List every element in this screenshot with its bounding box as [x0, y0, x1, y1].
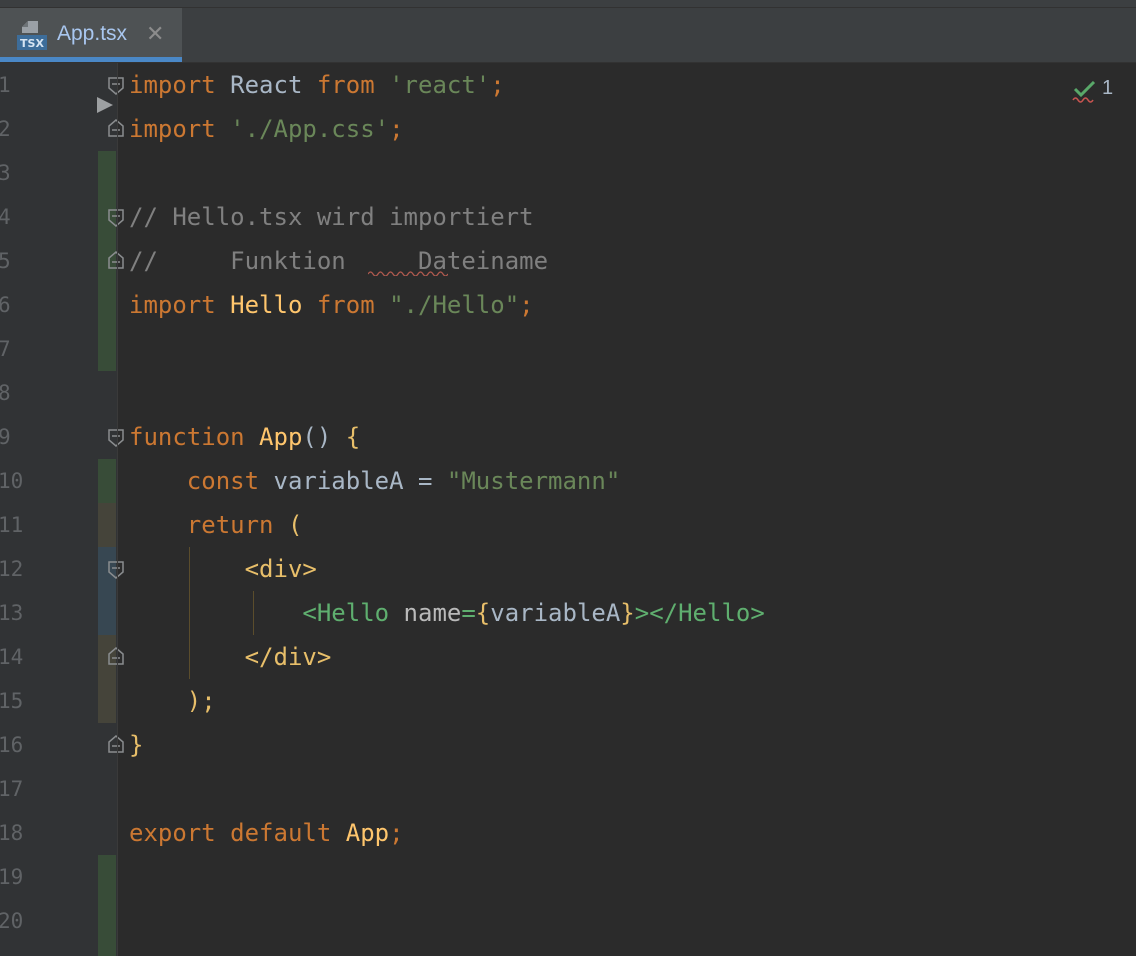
check-squiggle-icon — [1072, 81, 1096, 103]
line-number: 5 — [0, 249, 11, 273]
code-line-1[interactable]: import React from 'react'; — [129, 63, 505, 107]
code-line-13[interactable]: <Hello name={variableA}></Hello> — [129, 591, 764, 635]
line-number: 6 — [0, 293, 11, 317]
tsx-file-icon: TSX — [17, 21, 47, 50]
line-number: 13 — [0, 601, 24, 625]
code-line-14[interactable]: </div> — [129, 635, 332, 679]
fold-close-icon[interactable] — [107, 251, 125, 269]
fold-close-icon[interactable] — [107, 735, 125, 753]
vcs-added-marker[interactable] — [98, 855, 116, 956]
line-number: 4 — [0, 205, 11, 229]
line-number: 19 — [0, 865, 24, 889]
active-tab-indicator — [0, 57, 182, 62]
gutter-separator — [117, 63, 118, 956]
line-number: 16 — [0, 733, 24, 757]
code-line-2[interactable]: import './App.css'; — [129, 107, 404, 151]
code-line-4[interactable]: // Hello.tsx wird importiert — [129, 195, 534, 239]
code-line-6[interactable]: import Hello from "./Hello"; — [129, 283, 534, 327]
run-gutter-icon[interactable] — [97, 97, 113, 113]
line-number: 9 — [0, 425, 11, 449]
code-line-11[interactable]: return ( — [129, 503, 303, 547]
tab-label: App.tsx — [57, 22, 128, 45]
code-line-16[interactable]: } — [129, 723, 143, 767]
line-number: 18 — [0, 821, 24, 845]
code-line-15[interactable]: ); — [129, 679, 216, 723]
tab-app-tsx[interactable]: TSX App.tsx ✕ — [0, 8, 182, 62]
inspections-count: 1 — [1102, 77, 1114, 99]
fold-open-icon[interactable] — [107, 429, 125, 447]
code-line-18[interactable]: export default App; — [129, 811, 404, 855]
code-editor[interactable]: 1 2 3 4 5 6 7 8 9 10 11 12 13 14 15 16 1… — [0, 63, 1136, 956]
vcs-modified-marker[interactable] — [98, 503, 116, 547]
close-icon[interactable]: ✕ — [146, 21, 164, 47]
fold-close-icon[interactable] — [107, 647, 125, 665]
line-number: 15 — [0, 689, 24, 713]
fold-open-icon[interactable] — [107, 209, 125, 227]
line-number: 7 — [0, 337, 11, 361]
code-line-9[interactable]: function App() { — [129, 415, 360, 459]
fold-close-icon[interactable] — [107, 119, 125, 137]
line-number: 3 — [0, 161, 11, 185]
line-number: 8 — [0, 381, 11, 405]
editor-tab-bar: TSX App.tsx ✕ — [0, 8, 1136, 63]
fold-open-icon[interactable] — [107, 77, 125, 95]
code-line-12[interactable]: <div> — [129, 547, 317, 591]
tsx-icon-label: TSX — [20, 37, 44, 50]
code-line-10[interactable]: const variableA = "Mustermann" — [129, 459, 620, 503]
fold-open-icon[interactable] — [107, 561, 125, 579]
line-number: 2 — [0, 117, 11, 141]
window-top-edge — [0, 0, 1136, 8]
code-line-5[interactable]: // Funktion Dateiname — [129, 239, 548, 283]
line-number: 10 — [0, 469, 24, 493]
line-number: 1 — [0, 73, 11, 97]
spelling-warning-squiggle[interactable] — [368, 270, 448, 276]
line-number: 14 — [0, 645, 24, 669]
line-number: 20 — [0, 909, 24, 933]
line-number: 17 — [0, 777, 24, 801]
line-number: 12 — [0, 557, 24, 581]
line-number: 11 — [0, 513, 24, 537]
vcs-added-marker[interactable] — [98, 459, 116, 503]
gutter: 1 2 3 4 5 6 7 8 9 10 11 12 13 14 15 16 1… — [0, 63, 124, 956]
